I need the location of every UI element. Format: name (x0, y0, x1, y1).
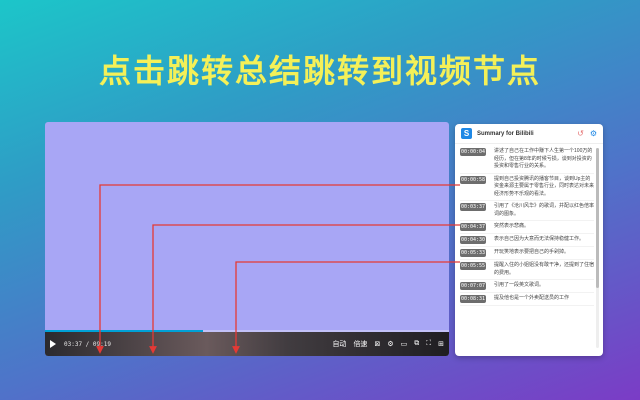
scrollbar[interactable] (596, 148, 599, 348)
summary-item[interactable]: 00:07:07 引用了一段英文歌词。 (460, 280, 594, 293)
widescreen-icon[interactable]: ▭ (401, 340, 408, 348)
summary-text: 引用了一段英文歌词。 (494, 282, 545, 288)
summary-text: 引用了《沧川风华》的歌词，并配以红色倍率词的图象。 (494, 203, 595, 217)
summary-item[interactable]: 00:08:31 提及他也是一个外卖配送员的工作 (460, 293, 594, 306)
timecode-badge[interactable]: 00:04:37 (460, 223, 486, 231)
summary-item[interactable]: 00:05:55 提醒入住的小姐姐没有敢干净，还提到了住宿的费用。 (460, 260, 594, 280)
timecode-badge[interactable]: 00:04:30 (460, 236, 486, 244)
summary-item[interactable]: 00:04:30 表示自己因为大意而无法保持稳健工作。 (460, 234, 594, 247)
summary-list: 00:00:04 讲述了自己在工作中赚下人生第一个100万的经历，但在第8年的时候… (460, 146, 594, 306)
pip-icon[interactable]: ⧉ (414, 340, 419, 348)
timecode-badge[interactable]: 00:00:04 (460, 148, 486, 156)
summary-panel: S Summary for Bilibili ↺ ⚙ 00:00:04 讲述了自己… (455, 124, 603, 356)
summary-text: 讲述了自己在工作中赚下人生第一个100万的经历，但在第8年的时候亏损，谈到对投资… (494, 148, 593, 169)
summary-text: 表示自己因为大意而无法保持稳健工作。 (494, 236, 585, 242)
panel-header: S Summary for Bilibili ↺ ⚙ (455, 124, 603, 144)
scrollbar-thumb[interactable] (596, 148, 599, 288)
danmaku-icon[interactable]: ⊠ (374, 340, 380, 348)
summary-item[interactable]: 00:05:33 开玩笑地表示要把自己的手剁掉。 (460, 247, 594, 260)
timecode-badge[interactable]: 00:00:58 (460, 175, 486, 184)
headline-title: 点击跳转总结跳转到视频节点 (98, 52, 541, 90)
autoplay-control[interactable]: 自动 (332, 339, 346, 349)
summary-item[interactable]: 00:00:04 讲述了自己在工作中赚下人生第一个100万的经历，但在第8年的时候… (460, 146, 594, 174)
summary-text: 提及他也是一个外卖配送员的工作 (494, 295, 570, 301)
player-controls: 03:37 / 09:19 自动 倍速 ⊠ ⚙ ▭ ⧉ ⛶ ⊞ (45, 332, 449, 356)
timecode-badge[interactable]: 00:07:07 (460, 282, 486, 290)
summary-text: 提醒入住的小姐姐没有敢干净，还提到了住宿的费用。 (494, 262, 595, 276)
play-icon[interactable] (50, 340, 56, 348)
speed-control[interactable]: 倍速 (353, 339, 367, 349)
summary-text: 突然表示悲痛。 (494, 223, 530, 229)
summary-text: 开玩笑地表示要把自己的手剁掉。 (494, 249, 570, 255)
summary-item[interactable]: 00:03:37 引用了《沧川风华》的歌词，并配以红色倍率词的图象。 (460, 201, 594, 221)
panel-title: Summary for Bilibili (477, 130, 534, 137)
time-readout: 03:37 / 09:19 (64, 340, 111, 348)
timecode-badge[interactable]: 00:05:55 (460, 262, 486, 270)
timecode-badge[interactable]: 00:05:33 (460, 249, 486, 257)
gear-icon[interactable]: ⚙ (590, 129, 597, 138)
timecode-badge[interactable]: 00:03:37 (460, 203, 486, 211)
fullscreen-icon[interactable]: ⛶ (426, 340, 431, 348)
undo-icon[interactable]: ↺ (577, 129, 584, 138)
video-player[interactable]: 03:37 / 09:19 自动 倍速 ⊠ ⚙ ▭ ⧉ ⛶ ⊞ (45, 122, 449, 356)
summary-item[interactable]: 00:00:58 提到自己投资腾讯的播客节目，谈到Up主的资金来源主要属于零售行业… (460, 174, 595, 201)
summary-item[interactable]: 00:04:37 突然表示悲痛。 (460, 221, 594, 234)
more-icon[interactable]: ⊞ (438, 340, 444, 348)
app-logo-icon: S (461, 128, 472, 139)
summary-text: 提到自己投资腾讯的播客节目，谈到Up主的资金来源主要属于零售行业，同时表达对未来… (494, 175, 595, 197)
timecode-badge[interactable]: 00:08:31 (460, 295, 486, 303)
settings-icon[interactable]: ⚙ (387, 340, 393, 348)
